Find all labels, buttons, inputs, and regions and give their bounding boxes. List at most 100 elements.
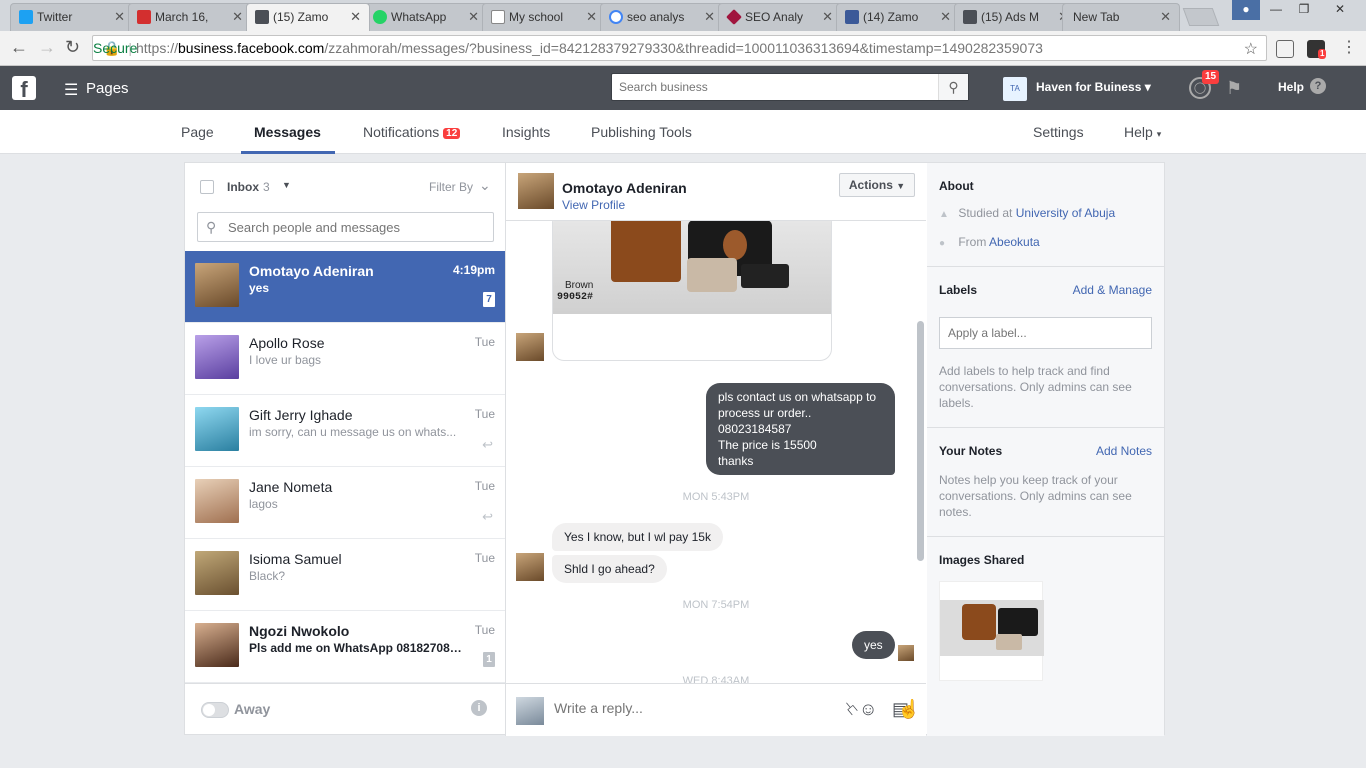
- tab-page[interactable]: Page: [181, 124, 214, 140]
- flag-icon[interactable]: ⚑: [1226, 78, 1242, 99]
- browser-tab[interactable]: Twitter ✕: [10, 3, 134, 31]
- add-manage-labels-link[interactable]: Add & Manage: [1073, 283, 1152, 297]
- close-icon[interactable]: ✕: [468, 4, 479, 30]
- twitter-icon: [19, 10, 33, 24]
- thread-row-omotayo-adeniran[interactable]: Omotayo Adeniran yes 4:19pm 7: [185, 251, 505, 323]
- help-link[interactable]: Help: [1278, 80, 1304, 94]
- tab-settings[interactable]: Settings: [1033, 124, 1084, 140]
- info-icon[interactable]: i: [471, 700, 487, 716]
- outgoing-message[interactable]: pls contact us on whatsapp to process ur…: [706, 383, 895, 475]
- reload-icon[interactable]: ↻: [65, 37, 80, 58]
- university-link[interactable]: University of Abuja: [1016, 206, 1115, 220]
- tab-insights[interactable]: Insights: [502, 124, 550, 140]
- thread-row-jane-nometa[interactable]: Jane Nometa lagos Tue ↩: [185, 467, 505, 539]
- browser-tab[interactable]: WhatsApp ✕: [364, 3, 488, 31]
- account-avatar[interactable]: TA: [1003, 77, 1027, 101]
- thread-row-apollo-rose[interactable]: Apollo Rose I love ur bags Tue: [185, 323, 505, 395]
- inbox-dropdown[interactable]: Inbox 3: [227, 180, 270, 194]
- minimize-icon[interactable]: —: [1262, 0, 1290, 20]
- close-icon[interactable]: ✕: [822, 4, 833, 30]
- secure-label: Secure: [93, 36, 330, 60]
- select-all-checkbox[interactable]: [200, 180, 214, 194]
- whatsapp-icon: [373, 10, 387, 24]
- avatar: [516, 553, 544, 581]
- window-close-icon[interactable]: ✕: [1318, 0, 1362, 20]
- close-icon[interactable]: ✕: [114, 4, 125, 30]
- active-tab-indicator: [241, 151, 335, 154]
- shared-image-message[interactable]: Brown 99052#: [552, 221, 832, 361]
- help-question-icon[interactable]: ?: [1310, 78, 1326, 94]
- url-field[interactable]: 🔒 Secure | https://business.facebook.com/z…: [92, 35, 1267, 61]
- view-profile-link[interactable]: View Profile: [562, 198, 625, 212]
- search-icon[interactable]: ⚲: [938, 74, 968, 100]
- tab-messages[interactable]: Messages: [254, 124, 321, 140]
- incoming-message[interactable]: Shld I go ahead?: [552, 555, 667, 583]
- close-icon[interactable]: ✕: [586, 4, 597, 30]
- avatar[interactable]: [518, 173, 554, 209]
- back-arrow-icon[interactable]: ←: [10, 37, 28, 58]
- timestamp-divider: MON 7:54PM: [682, 599, 750, 611]
- facebook-logo-icon[interactable]: f: [12, 76, 36, 102]
- thread-row-ngozi-nwokolo[interactable]: Ngozi Nwokolo Pls add me on WhatsApp 081…: [185, 611, 505, 683]
- notifications-count-badge: 12: [443, 128, 461, 139]
- browser-tab[interactable]: SEO Analy ✕: [718, 3, 842, 31]
- hamburger-menu-icon[interactable]: ☰: [64, 80, 78, 100]
- like-thumbs-up-icon[interactable]: ☝: [898, 699, 920, 720]
- thread-row-gift-jerry-ighade[interactable]: Gift Jerry Ighade im sorry, can u messag…: [185, 395, 505, 467]
- message-list[interactable]: Brown 99052# pls contact us on whatsapp …: [506, 221, 926, 683]
- hometown-link[interactable]: Abeokuta: [989, 235, 1040, 249]
- images-shared-section: Images Shared: [927, 537, 1164, 736]
- tab-publishing-tools[interactable]: Publishing Tools: [591, 124, 692, 140]
- hometown-row: ● From Abeokuta: [939, 235, 1040, 249]
- browser-tab[interactable]: My school ✕: [482, 3, 606, 31]
- bookmark-star-icon[interactable]: ☆: [1244, 38, 1258, 60]
- conversation-header: Omotayo Adeniran View Profile Actions ▼: [506, 163, 926, 221]
- inbox-search: ⚲: [197, 212, 494, 242]
- apply-label-input[interactable]: [939, 317, 1152, 349]
- close-icon[interactable]: ✕: [940, 4, 951, 30]
- menu-dots-icon[interactable]: ⋮: [1341, 37, 1357, 57]
- avatar: [195, 263, 239, 307]
- emoji-icon[interactable]: ☺: [859, 699, 877, 720]
- incoming-message[interactable]: Yes I know, but I wl pay 15k: [552, 523, 723, 551]
- messages-panel: Inbox3 ▼ Filter By ⌄ ⚲ Omotayo Adeniran …: [184, 162, 1165, 736]
- browser-tab[interactable]: New Tab ✕: [1062, 3, 1180, 31]
- thread-row-isioma-samuel[interactable]: Isioma Samuel Black? Tue: [185, 539, 505, 611]
- close-icon[interactable]: ✕: [232, 4, 243, 30]
- close-icon[interactable]: ✕: [704, 4, 715, 30]
- scrollbar[interactable]: [917, 321, 924, 561]
- notifications-badge: 15: [1202, 70, 1220, 84]
- away-toggle[interactable]: [201, 702, 229, 718]
- about-section: About ▲ Studied at University of Abuja ●…: [927, 163, 1164, 267]
- browser-tab[interactable]: (14) Zamo ✕: [836, 3, 960, 31]
- inbox-search-input[interactable]: [228, 217, 488, 237]
- shared-image-thumbnail[interactable]: [939, 581, 1044, 681]
- browser-tab-active[interactable]: (15) Zamo ✕: [246, 3, 370, 31]
- outgoing-message[interactable]: yes: [852, 631, 895, 659]
- tab-help[interactable]: Help ▾: [1124, 124, 1161, 140]
- add-notes-link[interactable]: Add Notes: [1096, 444, 1152, 458]
- close-icon[interactable]: ✕: [350, 4, 361, 30]
- browser-tab-strip: Twitter ✕ March 16, ✕ (15) Zamo ✕ WhatsApp ✕…: [0, 0, 1366, 31]
- business-search-input[interactable]: [612, 74, 932, 100]
- browser-tab[interactable]: seo analys ✕: [600, 3, 724, 31]
- actions-dropdown[interactable]: Actions ▼: [839, 173, 915, 197]
- browser-tab[interactable]: March 16, ✕: [128, 3, 252, 31]
- new-tab-button[interactable]: [1182, 8, 1220, 26]
- restore-icon[interactable]: ❐: [1290, 0, 1318, 20]
- filter-by-dropdown[interactable]: Filter By: [429, 180, 473, 194]
- close-icon[interactable]: ✕: [1160, 4, 1171, 30]
- reply-input[interactable]: [554, 700, 754, 716]
- browser-tab[interactable]: (15) Ads M✕: [954, 3, 1078, 31]
- user-icon[interactable]: ●: [1232, 0, 1260, 20]
- chevron-down-icon[interactable]: ⌄: [479, 177, 491, 194]
- caret-down-icon[interactable]: ▼: [282, 180, 291, 190]
- tab-notifications[interactable]: Notifications 12: [363, 124, 461, 142]
- extension-icon[interactable]: [1276, 40, 1294, 58]
- business-search: ⚲: [611, 73, 969, 101]
- forward-arrow-icon[interactable]: →: [38, 37, 56, 58]
- caret-down-icon: ▾: [1156, 129, 1162, 139]
- unread-count-badge: 1: [483, 652, 495, 667]
- account-switcher[interactable]: Haven for Buiness ▾: [1036, 80, 1151, 94]
- pages-menu[interactable]: Pages: [86, 80, 129, 97]
